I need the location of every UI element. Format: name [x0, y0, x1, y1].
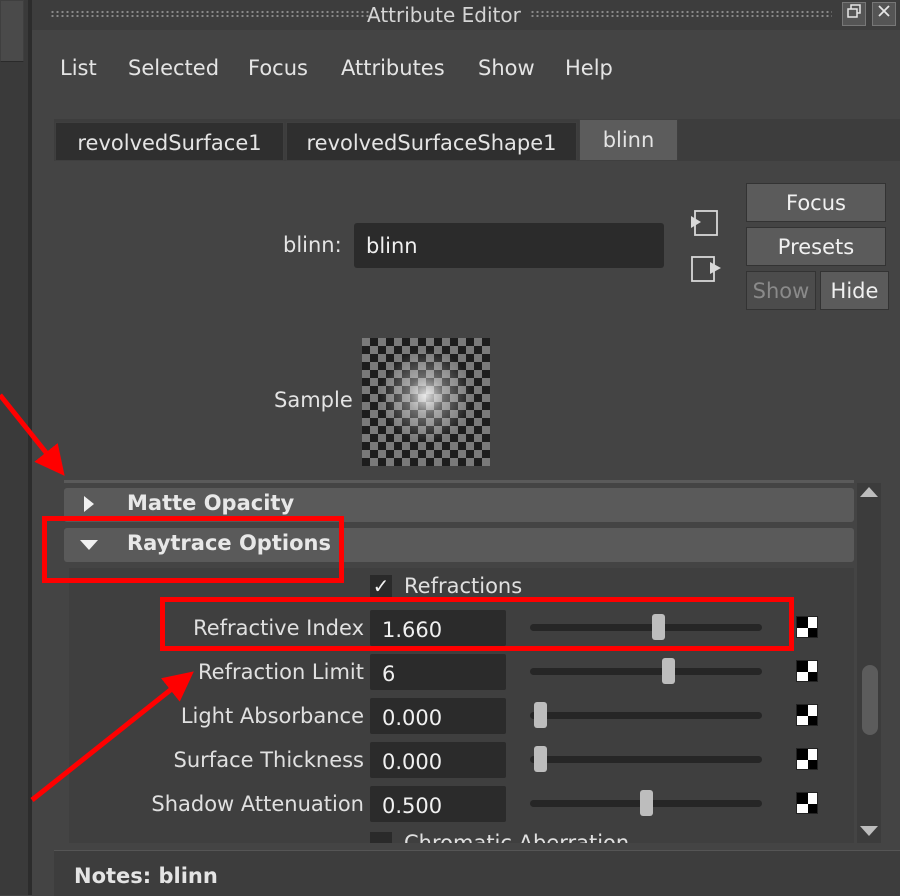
- annotation-arrows: [0, 393, 194, 802]
- annotation-arrow-top: [0, 393, 65, 476]
- annotation-arrow-bottom: [30, 671, 194, 802]
